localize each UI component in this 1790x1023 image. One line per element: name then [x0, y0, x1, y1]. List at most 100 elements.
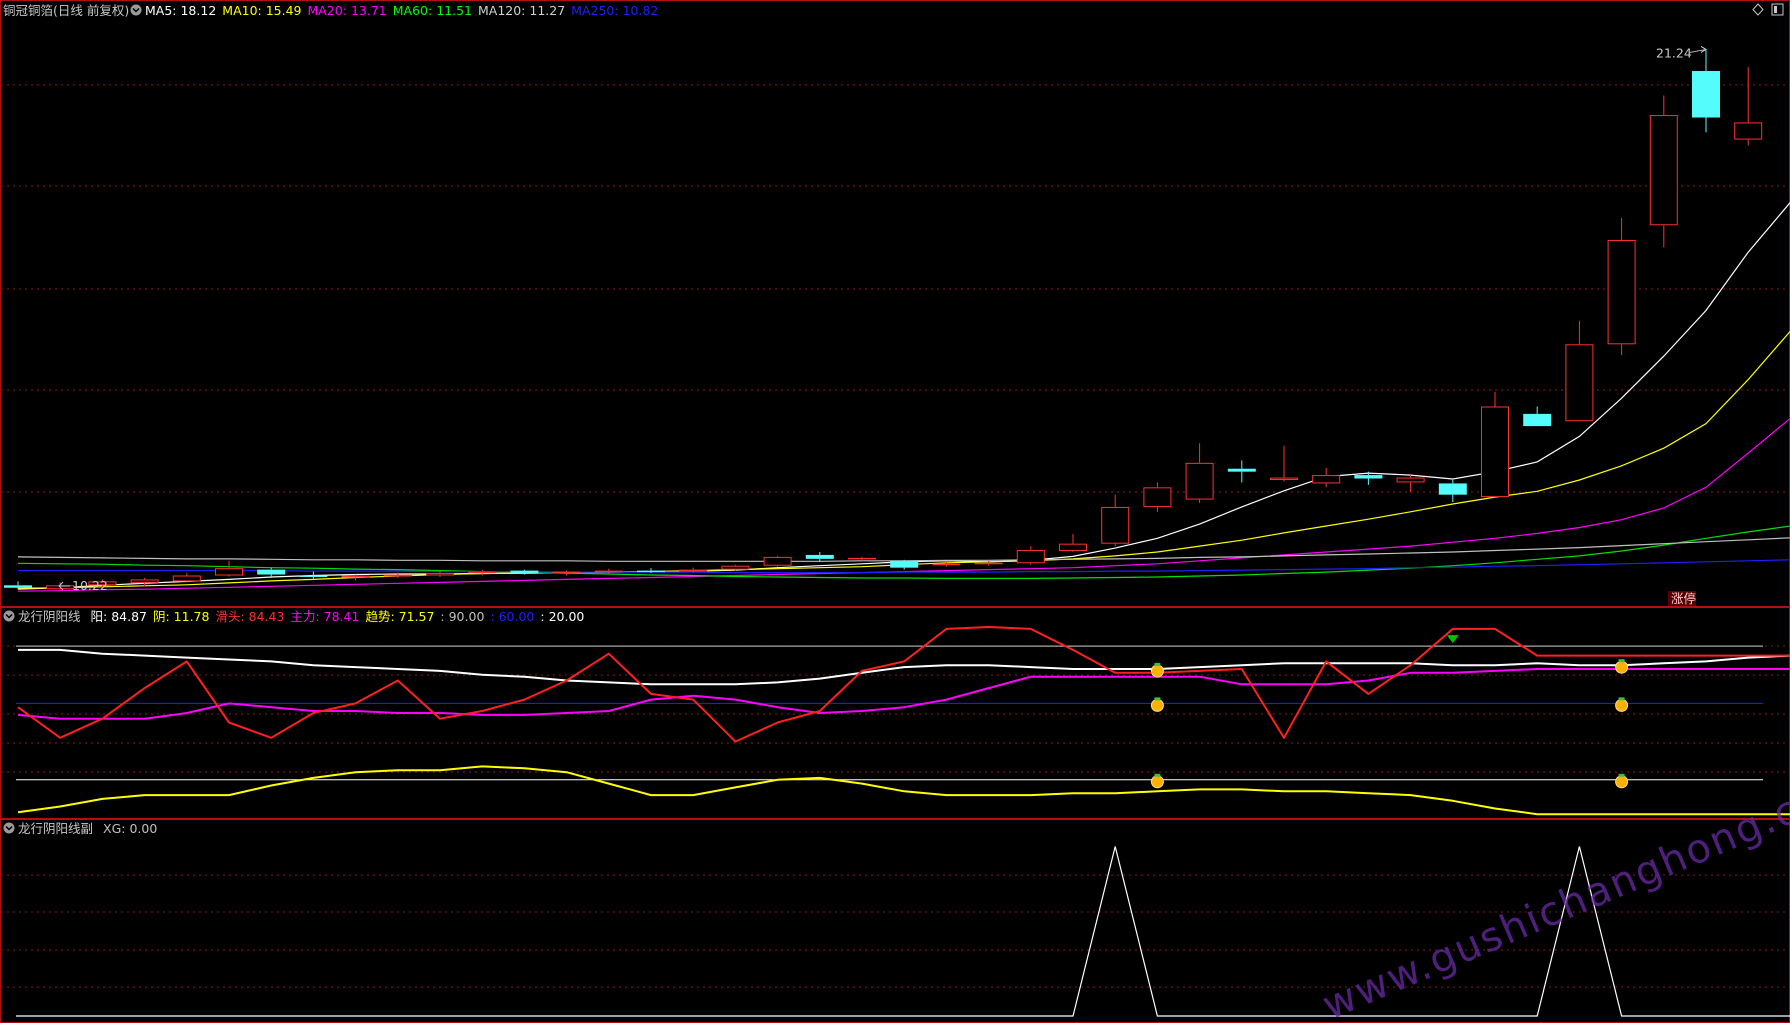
stock-chart[interactable]: 铜冠铜箔(日线 前复权) MA5: 18.12 MA10: 15.49 MA20: … [0, 0, 1790, 1023]
candle-14 [552, 570, 581, 576]
main-ind-value-2: 15.49 [266, 3, 302, 18]
candle-38 [1565, 320, 1594, 422]
sub1-signal-triangle-icon [1446, 635, 1459, 644]
sub1-lines [16, 626, 1790, 816]
main-ind-4: MA60: [393, 3, 436, 18]
sub1-value-8: 20.00 [549, 609, 585, 624]
main-ind-value-4: 11.51 [436, 3, 472, 18]
candle-40 [1649, 95, 1678, 248]
candle-10 [383, 572, 412, 578]
candle-19 [763, 555, 792, 567]
candle-body [426, 573, 454, 576]
candle-15 [594, 568, 623, 574]
candle-12 [468, 569, 497, 576]
signal-coin-leaf-icon [1618, 697, 1625, 701]
candle-28 [1143, 482, 1172, 512]
candle-29 [1185, 443, 1214, 504]
candle-27 [1101, 494, 1130, 547]
main-ind-6: MA250: [571, 3, 622, 18]
high-price-label: 21.24 [1656, 45, 1692, 60]
sub1-3: 滑头: [215, 609, 248, 624]
candle-body [890, 560, 919, 568]
candle-26 [1059, 533, 1087, 552]
main-ind-value-5: 11.27 [529, 3, 565, 18]
high-arrow-icon [1689, 46, 1707, 53]
candle-body [805, 554, 834, 559]
sub1-huatou-line [17, 626, 1790, 743]
candle-42 [1734, 67, 1763, 146]
candle-30 [1227, 460, 1256, 483]
sub1-value-4: 78.41 [324, 609, 360, 624]
signal-coin-leaf-icon [1154, 697, 1161, 701]
signal-coin-icon-1-3 [1150, 775, 1164, 789]
candle-body [1607, 239, 1636, 345]
candle-32 [1312, 467, 1341, 488]
sub1-value-5: 71.57 [399, 609, 435, 624]
candle-body [1692, 70, 1720, 118]
sub2-collapse-icon[interactable] [3, 822, 15, 834]
main-ind-3: MA20: [308, 3, 351, 18]
candle-39 [1607, 217, 1636, 356]
candle-body [594, 570, 623, 573]
candle-22 [890, 559, 919, 570]
main-ind-2: MA10: [222, 3, 265, 18]
signal-coin-icon-1-1 [1150, 664, 1164, 678]
candle-body [1312, 475, 1341, 484]
candle-body [468, 571, 497, 574]
candle-37 [1523, 406, 1552, 427]
low-price-label: 10.22 [72, 578, 108, 593]
sub1-value-2: 11.78 [174, 609, 210, 624]
ma-line-ma5 [17, 201, 1790, 590]
candle-body [215, 568, 243, 576]
signal-coin-leaf-icon [1618, 659, 1625, 663]
sub1-6: : [440, 609, 448, 624]
candle-5 [172, 573, 201, 583]
candle-body [1227, 468, 1256, 472]
sub1-collapse-icon[interactable] [3, 610, 15, 622]
main-title: 铜冠铜箔(日线 前复权) [3, 3, 129, 18]
candle-body [679, 569, 708, 572]
sub1-value-1: 84.87 [111, 609, 147, 624]
grid-lines [1, 84, 1789, 988]
candle-body [172, 575, 201, 582]
sub1-4: 主力: [290, 609, 323, 624]
candle-13 [510, 569, 539, 575]
candle-9 [341, 574, 370, 581]
candle-body [1101, 506, 1130, 544]
candle-body [552, 571, 581, 574]
main-collapse-icon[interactable] [130, 4, 142, 16]
candle-body [1649, 115, 1678, 226]
candle-31 [1270, 445, 1298, 482]
sub1-2: 阴: [153, 609, 174, 624]
zhangting-label: 涨停 [1671, 591, 1696, 606]
sub1-value-6: 90.00 [449, 609, 485, 624]
candle-body [848, 557, 876, 560]
sub2-1: XG: [103, 821, 129, 836]
sub2-title: 龙行阴阳线副 [18, 821, 93, 836]
candle-body [721, 565, 750, 570]
candle-body [1523, 413, 1552, 427]
candle-body [1270, 477, 1298, 480]
sub1-yang-line [18, 648, 1790, 686]
window-icon[interactable] [1771, 3, 1784, 16]
signal-coin-icon-2-1 [1615, 660, 1629, 674]
candle-body [1143, 487, 1172, 507]
main-ind-value-3: 13.71 [351, 3, 387, 18]
signal-coin-leaf-icon [1618, 773, 1625, 777]
candle-body [510, 570, 539, 574]
sub1-7: : [490, 609, 498, 624]
candle-body [383, 574, 412, 577]
signal-coin-icon-2-3 [1615, 775, 1629, 789]
candle-body [4, 585, 32, 588]
main-ind-value-1: 18.12 [180, 3, 216, 18]
sub1-qushi-line [17, 765, 1790, 816]
candle-6 [215, 560, 243, 577]
candle-body [1016, 550, 1045, 564]
main-header: 铜冠铜箔(日线 前复权) [3, 3, 129, 18]
diamond-icon[interactable] [1752, 3, 1764, 16]
sub1-value-7: 60.00 [499, 609, 535, 624]
candle-body [1396, 477, 1425, 483]
candle-body [763, 556, 792, 566]
sub1-header: 龙行阴阳线 阳: 84.87 阴: 11.78 滑头: 84.43 主力: 78.41… [18, 609, 584, 624]
sub1-8: : [540, 609, 548, 624]
